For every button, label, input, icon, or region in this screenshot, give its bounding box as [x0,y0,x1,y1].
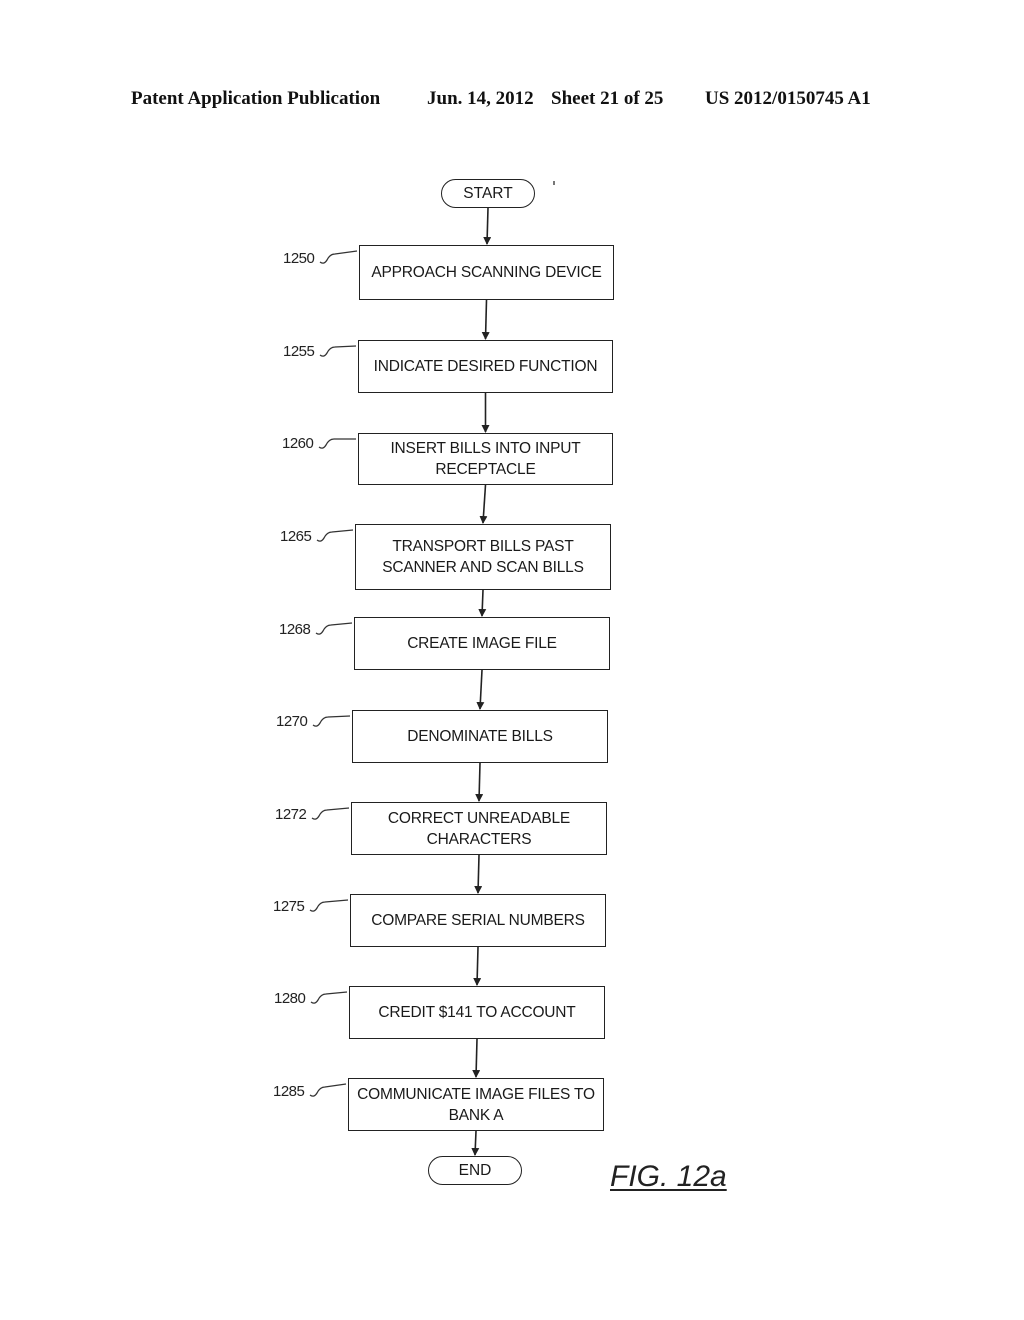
reference-numeral: 1272 [275,806,307,823]
start-label: START [463,184,513,202]
flow-arrow [475,762,484,802]
leader-line [315,622,353,635]
process-step: INSERT BILLS INTO INPUT RECEPTACLE [358,433,613,485]
leader-line [311,807,350,820]
start-terminal: START [441,179,535,208]
flow-arrow [476,669,485,710]
process-step: DENOMINATE BILLS [352,710,608,763]
figure-label: FIG. 12a [610,1160,727,1193]
end-label: END [458,1161,492,1179]
step-text: CORRECT UNREADABLE CHARACTERS [387,809,571,848]
reference-numeral: 1255 [283,343,315,360]
process-step: APPROACH SCANNING DEVICE [359,245,614,300]
process-step: INDICATE DESIRED FUNCTION [358,340,613,393]
leader-line [309,1083,347,1097]
flow-arrow [473,946,482,986]
flow-arrow [472,1038,481,1078]
flow-arrow [478,589,487,617]
leader-line [318,438,356,449]
step-text: TRANSPORT BILLS PAST SCANNER AND SCAN BI… [382,538,584,576]
end-terminal: END [428,1156,522,1185]
reference-numeral: 1265 [280,528,312,545]
reference-numeral: 1268 [279,621,311,638]
leader-line [310,991,348,1004]
leader-line [316,529,354,542]
flow-arrow [474,854,483,894]
process-step: COMPARE SERIAL NUMBERS [350,894,606,947]
flow-arrow [479,484,488,524]
leader-line [319,345,357,357]
reference-numeral: 1250 [283,250,315,267]
reference-numeral: 1285 [273,1083,305,1100]
process-step: TRANSPORT BILLS PAST SCANNER AND SCAN BI… [355,524,611,590]
process-step: CORRECT UNREADABLE CHARACTERS [351,802,607,855]
step-text: INSERT BILLS INTO INPUT RECEPTACLE [390,440,581,478]
leader-line [312,715,351,727]
step-text: APPROACH SCANNING DEVICE [371,264,602,281]
step-text: INDICATE DESIRED FUNCTION [373,358,598,375]
flow-arrow [471,1130,480,1156]
reference-numeral: 1275 [273,898,305,915]
step-text: CREDIT $141 TO ACCOUNT [378,1004,576,1021]
flow-arrow [483,207,492,245]
flow-arrow [481,299,490,340]
process-step: CREDIT $141 TO ACCOUNT [349,986,605,1039]
process-step: COMMUNICATE IMAGE FILES TO BANK A [348,1078,604,1131]
reference-numeral: 1260 [282,435,314,452]
step-text: COMMUNICATE IMAGE FILES TO BANK A [357,1085,595,1124]
reference-numeral: 1280 [274,990,306,1007]
step-text: COMPARE SERIAL NUMBERS [371,912,585,929]
leader-line [319,250,358,264]
step-text: CREATE IMAGE FILE [407,635,557,652]
leader-line [309,899,349,912]
step-text: DENOMINATE BILLS [407,728,553,745]
process-step: CREATE IMAGE FILE [354,617,610,670]
reference-numeral: 1270 [276,713,308,730]
